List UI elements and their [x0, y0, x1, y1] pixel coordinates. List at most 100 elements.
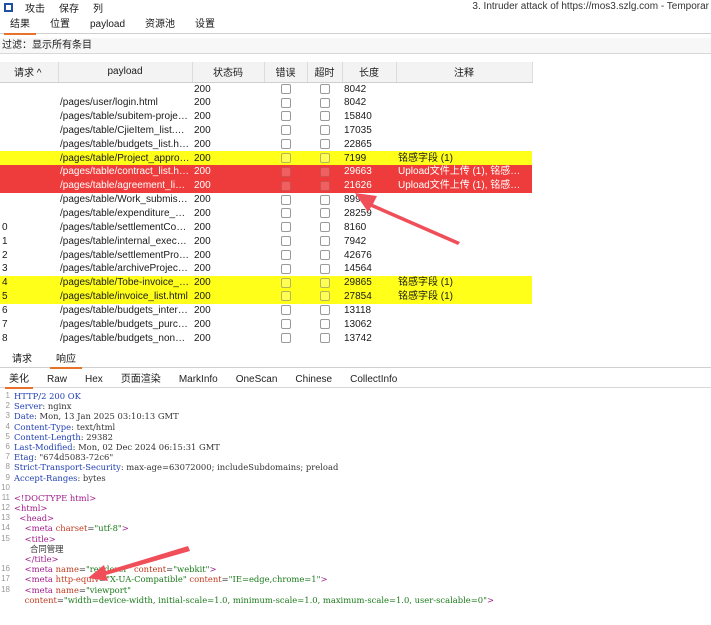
- error-checkbox[interactable]: [280, 263, 291, 274]
- table-row[interactable]: 6/pages/table/budgets_intern... 200 13118: [0, 304, 532, 318]
- code-line: 2 Server: nginx: [0, 401, 711, 411]
- timeout-checkbox[interactable]: [319, 319, 330, 330]
- timeout-checkbox[interactable]: [319, 305, 330, 316]
- timeout-checkbox[interactable]: [319, 125, 330, 136]
- code-line: 4 Content-Type: text/html: [0, 422, 711, 432]
- error-checkbox[interactable]: [280, 125, 291, 136]
- table-row[interactable]: 2/pages/table/settlementProje... 200 42676: [0, 248, 532, 262]
- timeout-checkbox[interactable]: [319, 208, 330, 219]
- error-checkbox[interactable]: [280, 180, 291, 191]
- timeout-checkbox[interactable]: [319, 291, 330, 302]
- table-row[interactable]: /pages/table/subitem-projec... 200 15840: [0, 110, 532, 124]
- error-checkbox[interactable]: [280, 319, 291, 330]
- table-row[interactable]: /pages/user/login.html 200 8042: [0, 96, 532, 110]
- timeout-checkbox[interactable]: [319, 263, 330, 274]
- cell-comment: [396, 207, 532, 221]
- table-row[interactable]: /pages/table/agreement_list.... 200 21626 U…: [0, 178, 532, 193]
- error-checkbox[interactable]: [280, 291, 291, 302]
- col-header-status[interactable]: 状态码: [192, 62, 265, 83]
- timeout-checkbox[interactable]: [319, 180, 330, 191]
- filter-bar[interactable]: 过滤：显示所有条目: [0, 38, 711, 54]
- table-row[interactable]: /pages/table/Work_submissi... 200 8992: [0, 193, 532, 207]
- col-header-length[interactable]: 长度: [342, 62, 397, 83]
- line-number: 4: [5, 421, 10, 431]
- tab-markinfo[interactable]: MarkInfo: [170, 372, 227, 388]
- timeout-checkbox[interactable]: [319, 97, 330, 108]
- error-checkbox[interactable]: [280, 249, 291, 260]
- tab-onescan[interactable]: OneScan: [227, 372, 287, 388]
- line-number: 3: [5, 411, 10, 421]
- code-text: Date: Mon, 13 Jan 2025 03:10:13 GMT: [14, 411, 179, 422]
- tab-hex[interactable]: Hex: [76, 372, 112, 388]
- error-checkbox[interactable]: [280, 139, 291, 150]
- error-checkbox[interactable]: [280, 111, 291, 122]
- table-row[interactable]: /pages/table/expenditure_pr... 200 28259: [0, 207, 532, 221]
- col-header-timeout[interactable]: 超时: [307, 62, 343, 83]
- tab-settings[interactable]: 设置: [185, 17, 225, 34]
- table-row[interactable]: /pages/table/Project_approv... 200 7199 铭感字…: [0, 151, 532, 166]
- tab-resource-pool[interactable]: 资源池: [135, 17, 185, 34]
- table-row[interactable]: /pages/table/CjieItem_list.html 200 17035: [0, 124, 532, 138]
- tab-request[interactable]: 请求: [0, 352, 44, 368]
- timeout-checkbox[interactable]: [319, 236, 330, 247]
- tab-positions[interactable]: 位置: [40, 17, 80, 34]
- tab-raw[interactable]: Raw: [38, 372, 76, 388]
- tab-results[interactable]: 结果: [0, 17, 40, 35]
- tab-chinese[interactable]: Chinese: [286, 372, 341, 388]
- tab-payload[interactable]: payload: [80, 17, 135, 34]
- timeout-checkbox[interactable]: [319, 222, 330, 233]
- table-row[interactable]: 4/pages/table/Tobe-invoice_li... 200 29865…: [0, 275, 532, 290]
- cell-request-number: 4: [0, 275, 58, 290]
- col-header-payload[interactable]: payload: [58, 62, 193, 83]
- table-row[interactable]: 1/pages/table/internal_executi... 200 7942: [0, 234, 532, 248]
- cell-comment: [396, 193, 532, 207]
- code-line: 16 <meta name="renderer" content="webkit…: [0, 564, 711, 574]
- error-checkbox[interactable]: [280, 236, 291, 247]
- timeout-checkbox[interactable]: [319, 277, 330, 288]
- menu-attack[interactable]: 攻击: [25, 0, 45, 15]
- tab-pretty[interactable]: 美化: [0, 372, 38, 389]
- timeout-checkbox[interactable]: [319, 84, 330, 95]
- table-row[interactable]: /pages/table/contract_list.ht... 200 29663…: [0, 165, 532, 179]
- table-row[interactable]: 3/pages/table/archiveProject_l... 200 1456…: [0, 262, 532, 276]
- menu-columns[interactable]: 列: [93, 0, 103, 15]
- timeout-checkbox[interactable]: [319, 249, 330, 260]
- cell-status: 200: [194, 138, 211, 150]
- code-line: 15 <title>: [0, 534, 711, 544]
- table-row[interactable]: /pages/table/budgets_list.html 200 22865: [0, 137, 532, 151]
- error-checkbox[interactable]: [280, 84, 291, 95]
- error-checkbox[interactable]: [280, 332, 291, 343]
- table-row[interactable]: 5/pages/table/invoice_list.html 200 27854 铭…: [0, 289, 532, 304]
- timeout-checkbox[interactable]: [319, 111, 330, 122]
- error-checkbox[interactable]: [280, 222, 291, 233]
- error-checkbox[interactable]: [280, 166, 291, 177]
- cell-timeout: [307, 96, 342, 110]
- error-checkbox[interactable]: [280, 194, 291, 205]
- error-checkbox[interactable]: [280, 208, 291, 219]
- menu-save[interactable]: 保存: [59, 0, 79, 15]
- error-checkbox[interactable]: [280, 97, 291, 108]
- timeout-checkbox[interactable]: [319, 139, 330, 150]
- tab-collectinfo[interactable]: CollectInfo: [341, 372, 406, 388]
- timeout-checkbox[interactable]: [319, 166, 330, 177]
- table-row[interactable]: 7/pages/table/budgets_purch... 200 13062: [0, 317, 532, 331]
- tab-render[interactable]: 页面渲染: [112, 372, 170, 388]
- code-line: 5 Content-Length: 29382: [0, 432, 711, 442]
- error-checkbox[interactable]: [280, 305, 291, 316]
- table-row[interactable]: 200 8042: [0, 82, 532, 96]
- table-row[interactable]: 8/pages/table/budgets_nonca... 200 13742: [0, 331, 532, 345]
- cell-timeout: [307, 124, 342, 138]
- col-header-comment[interactable]: 注释: [396, 62, 533, 83]
- error-checkbox[interactable]: [280, 153, 291, 163]
- response-viewer[interactable]: 1 HTTP/2 200 OK 2 Server: nginx 3 Date: Mon, …: [0, 391, 711, 625]
- tab-response[interactable]: 响应: [44, 352, 88, 369]
- table-row[interactable]: 0/pages/table/settlementCost... 200 8160: [0, 220, 532, 234]
- timeout-checkbox[interactable]: [319, 153, 330, 163]
- error-checkbox[interactable]: [280, 277, 291, 288]
- timeout-checkbox[interactable]: [319, 194, 330, 205]
- results-table-container[interactable]: 请求 ^ payload 状态码 错误 超时 长度 注释 200 8042/pag…: [0, 62, 711, 347]
- timeout-checkbox[interactable]: [319, 332, 330, 343]
- col-header-request[interactable]: 请求 ^: [0, 62, 59, 83]
- cell-timeout: [307, 248, 342, 262]
- col-header-error[interactable]: 错误: [264, 62, 308, 83]
